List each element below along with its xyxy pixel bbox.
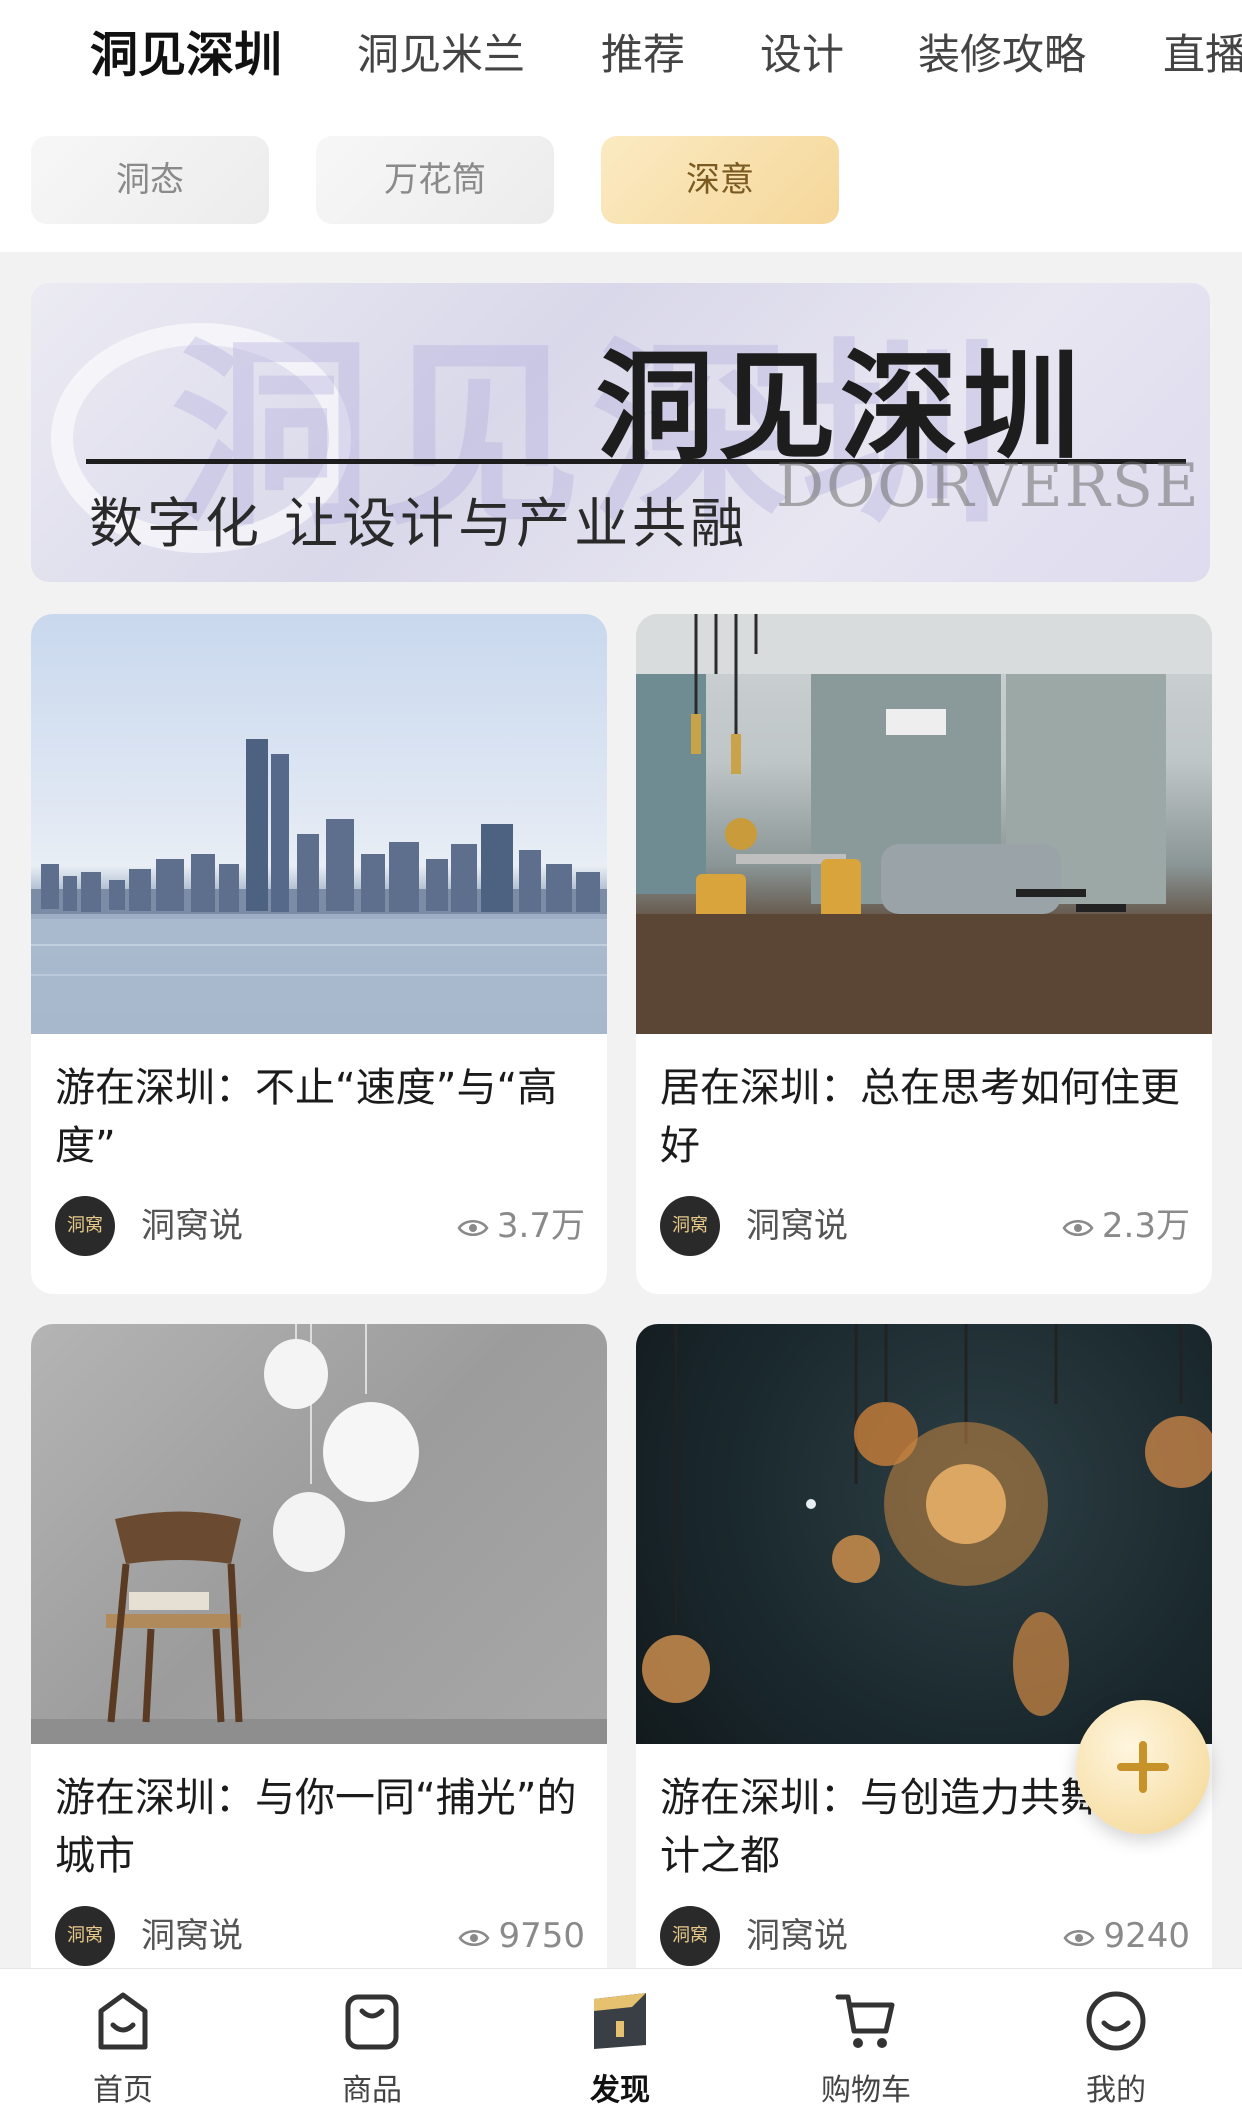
- tab-dongjian-shenzhen[interactable]: 洞见深圳: [90, 20, 282, 90]
- author-avatar[interactable]: 洞窝: [55, 1196, 115, 1256]
- bag-icon: [345, 1994, 399, 2050]
- nav-products-label: 商品: [342, 2073, 402, 2108]
- author-avatar[interactable]: 洞窝: [660, 1906, 720, 1966]
- view-count-value: 9750: [498, 1916, 585, 1956]
- article-meta: 洞窝 洞窝说 3.7万: [55, 1196, 585, 1258]
- nav-cart[interactable]: 购物车: [786, 1969, 946, 2116]
- nav-profile[interactable]: 我的: [1036, 1969, 1196, 2116]
- tab-recommend[interactable]: 推荐: [601, 20, 685, 90]
- author-avatar[interactable]: 洞窝: [660, 1196, 720, 1256]
- author-avatar[interactable]: 洞窝: [55, 1906, 115, 1966]
- nav-profile-label: 我的: [1086, 2073, 1146, 2108]
- author-name[interactable]: 洞窝说: [746, 1906, 848, 1966]
- article-title: 游在深圳：与你一同“捕光”的城市: [55, 1775, 577, 1879]
- living-room-image: [636, 614, 1212, 1034]
- article-meta: 洞窝 洞窝说 9240: [660, 1906, 1190, 1968]
- chip-wanhuatong[interactable]: 万花筒: [316, 136, 554, 224]
- banner-brand: DOORVERSE: [776, 451, 1201, 521]
- article-meta: 洞窝 洞窝说 9750: [55, 1906, 585, 1968]
- cart-icon: [835, 1994, 895, 2048]
- nav-home[interactable]: 首页: [43, 1969, 203, 2116]
- nav-discover-label: 发现: [590, 2073, 650, 2108]
- profile-icon: [1086, 1991, 1146, 2051]
- edison-bulbs-image: [636, 1324, 1212, 1744]
- promo-banner[interactable]: 洞见深圳 洞见深圳 数字化 让设计与产业共融 DOORVERSE: [31, 283, 1210, 582]
- home-icon: [98, 1992, 148, 2050]
- sub-category-chips: 洞态 万花筒 深意: [0, 136, 1242, 226]
- article-card[interactable]: 游在深圳：不止“速度”与“高度” 洞窝 洞窝说 3.7万: [31, 614, 607, 1294]
- discover-screen: 洞见深圳 洞见米兰 推荐 设计 装修攻略 直播 洞态 万花筒 深意 洞见深圳 洞…: [0, 0, 1242, 2116]
- category-tabs: 洞见深圳 洞见米兰 推荐 设计 装修攻略 直播: [0, 20, 1242, 90]
- view-count: 2.3万: [1062, 1196, 1190, 1256]
- nav-cart-label: 购物车: [821, 2073, 911, 2108]
- view-count: 9240: [1063, 1906, 1190, 1966]
- eye-icon: [458, 1929, 490, 1946]
- author-name[interactable]: 洞窝说: [141, 1906, 243, 1966]
- view-count-value: 3.7万: [496, 1206, 585, 1246]
- article-card[interactable]: 游在深圳：与你一同“捕光”的城市 洞窝 洞窝说 9750: [31, 1324, 607, 2024]
- create-post-button[interactable]: [1076, 1700, 1210, 1834]
- nav-discover[interactable]: 发现: [540, 1969, 700, 2116]
- tab-design[interactable]: 设计: [760, 20, 844, 90]
- article-meta: 洞窝 洞窝说 2.3万: [660, 1196, 1190, 1258]
- nav-products[interactable]: 商品: [292, 1969, 452, 2116]
- eye-icon: [457, 1219, 489, 1236]
- view-count-value: 9240: [1103, 1916, 1190, 1956]
- chip-shenyi[interactable]: 深意: [601, 136, 839, 224]
- banner-subtitle: 数字化 让设计与产业共融: [89, 492, 749, 555]
- view-count: 9750: [458, 1906, 585, 1966]
- nav-home-label: 首页: [93, 2073, 153, 2108]
- article-title: 游在深圳：不止“速度”与“高度”: [55, 1065, 558, 1169]
- article-title: 居在深圳：总在思考如何住更好: [660, 1065, 1180, 1169]
- tab-dongjian-milan[interactable]: 洞见米兰: [357, 20, 525, 90]
- pendant-lamps-chair-image: [31, 1324, 607, 1744]
- view-count-value: 2.3万: [1101, 1206, 1190, 1246]
- article-card[interactable]: 游在深圳：与创造力共舞的设计之都 洞窝 洞窝说 9240: [636, 1324, 1212, 2024]
- discover-icon: [594, 1993, 646, 2049]
- header: 洞见深圳 洞见米兰 推荐 设计 装修攻略 直播 洞态 万花筒 深意: [0, 0, 1242, 252]
- city-skyline-image: [31, 614, 607, 1034]
- author-name[interactable]: 洞窝说: [141, 1196, 243, 1256]
- chip-dongtai[interactable]: 洞态: [31, 136, 269, 224]
- eye-icon: [1063, 1929, 1095, 1946]
- bottom-nav: 首页 商品 发现 购物车 我的: [0, 1968, 1242, 2116]
- author-name[interactable]: 洞窝说: [746, 1196, 848, 1256]
- tab-renovation-guide[interactable]: 装修攻略: [918, 20, 1086, 90]
- article-card[interactable]: 居在深圳：总在思考如何住更好 洞窝 洞窝说 2.3万: [636, 614, 1212, 1294]
- eye-icon: [1062, 1219, 1094, 1236]
- plus-icon: [1117, 1741, 1169, 1793]
- view-count: 3.7万: [457, 1196, 585, 1256]
- tab-live[interactable]: 直播: [1163, 20, 1242, 90]
